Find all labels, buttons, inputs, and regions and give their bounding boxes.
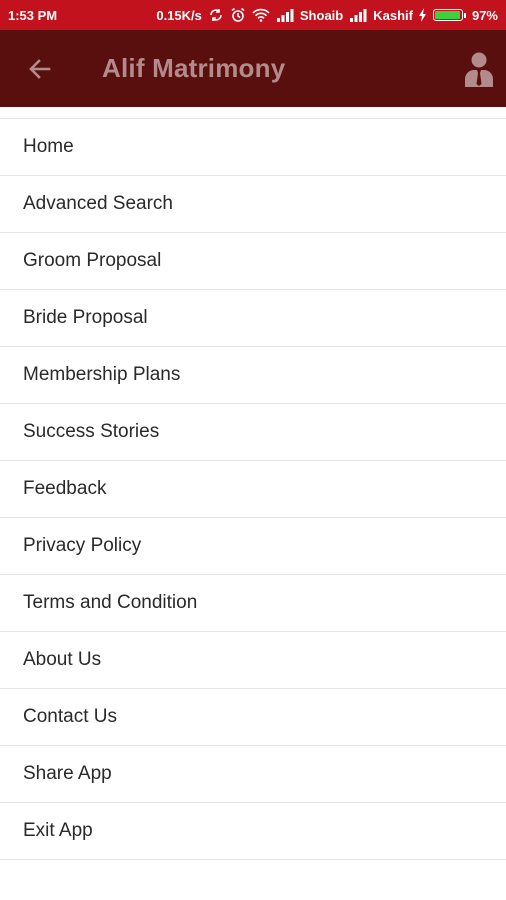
menu-item-advanced-search[interactable]: Advanced Search	[0, 176, 506, 233]
app-bar: Alif Matrimony	[0, 30, 506, 107]
navigation-menu: Home Advanced Search Groom Proposal Bride P…	[0, 118, 506, 860]
menu-item-success-stories[interactable]: Success Stories	[0, 404, 506, 461]
profile-button[interactable]	[462, 49, 496, 89]
menu-item-terms-and-condition[interactable]: Terms and Condition	[0, 575, 506, 632]
menu-item-privacy-policy[interactable]: Privacy Policy	[0, 518, 506, 575]
signal-icon	[276, 7, 294, 23]
status-time: 1:53 PM	[8, 7, 58, 23]
menu-item-membership-plans[interactable]: Membership Plans	[0, 347, 506, 404]
menu-item-exit-app[interactable]: Exit App	[0, 803, 506, 860]
charging-bolt-icon	[418, 7, 427, 23]
network-speed: 0.15K/s	[156, 7, 202, 23]
page-title: Alif Matrimony	[102, 53, 286, 83]
menu-item-home[interactable]: Home	[0, 119, 506, 176]
status-bar: 1:53 PM 0.15K/s Shoaib Kashif 97%	[0, 0, 506, 30]
arrow-left-icon	[29, 58, 51, 79]
user-profile-icon	[465, 52, 493, 87]
menu-item-feedback[interactable]: Feedback	[0, 461, 506, 518]
signal-icon	[349, 7, 367, 23]
back-button[interactable]	[22, 51, 58, 87]
status-indicators: 0.15K/s Shoaib Kashif 97%	[156, 7, 498, 23]
battery-percentage: 97%	[471, 7, 498, 23]
menu-item-contact-us[interactable]: Contact Us	[0, 689, 506, 746]
battery-level-fill	[434, 11, 461, 19]
carrier-1-label: Shoaib	[299, 7, 344, 23]
menu-item-groom-proposal[interactable]: Groom Proposal	[0, 233, 506, 290]
wifi-icon	[252, 7, 270, 23]
sync-icon	[208, 7, 224, 23]
battery-icon	[432, 9, 466, 21]
menu-item-about-us[interactable]: About Us	[0, 632, 506, 689]
carrier-2-label: Kashif	[373, 7, 413, 23]
menu-item-share-app[interactable]: Share App	[0, 746, 506, 803]
menu-item-bride-proposal[interactable]: Bride Proposal	[0, 290, 506, 347]
alarm-icon	[230, 7, 246, 23]
